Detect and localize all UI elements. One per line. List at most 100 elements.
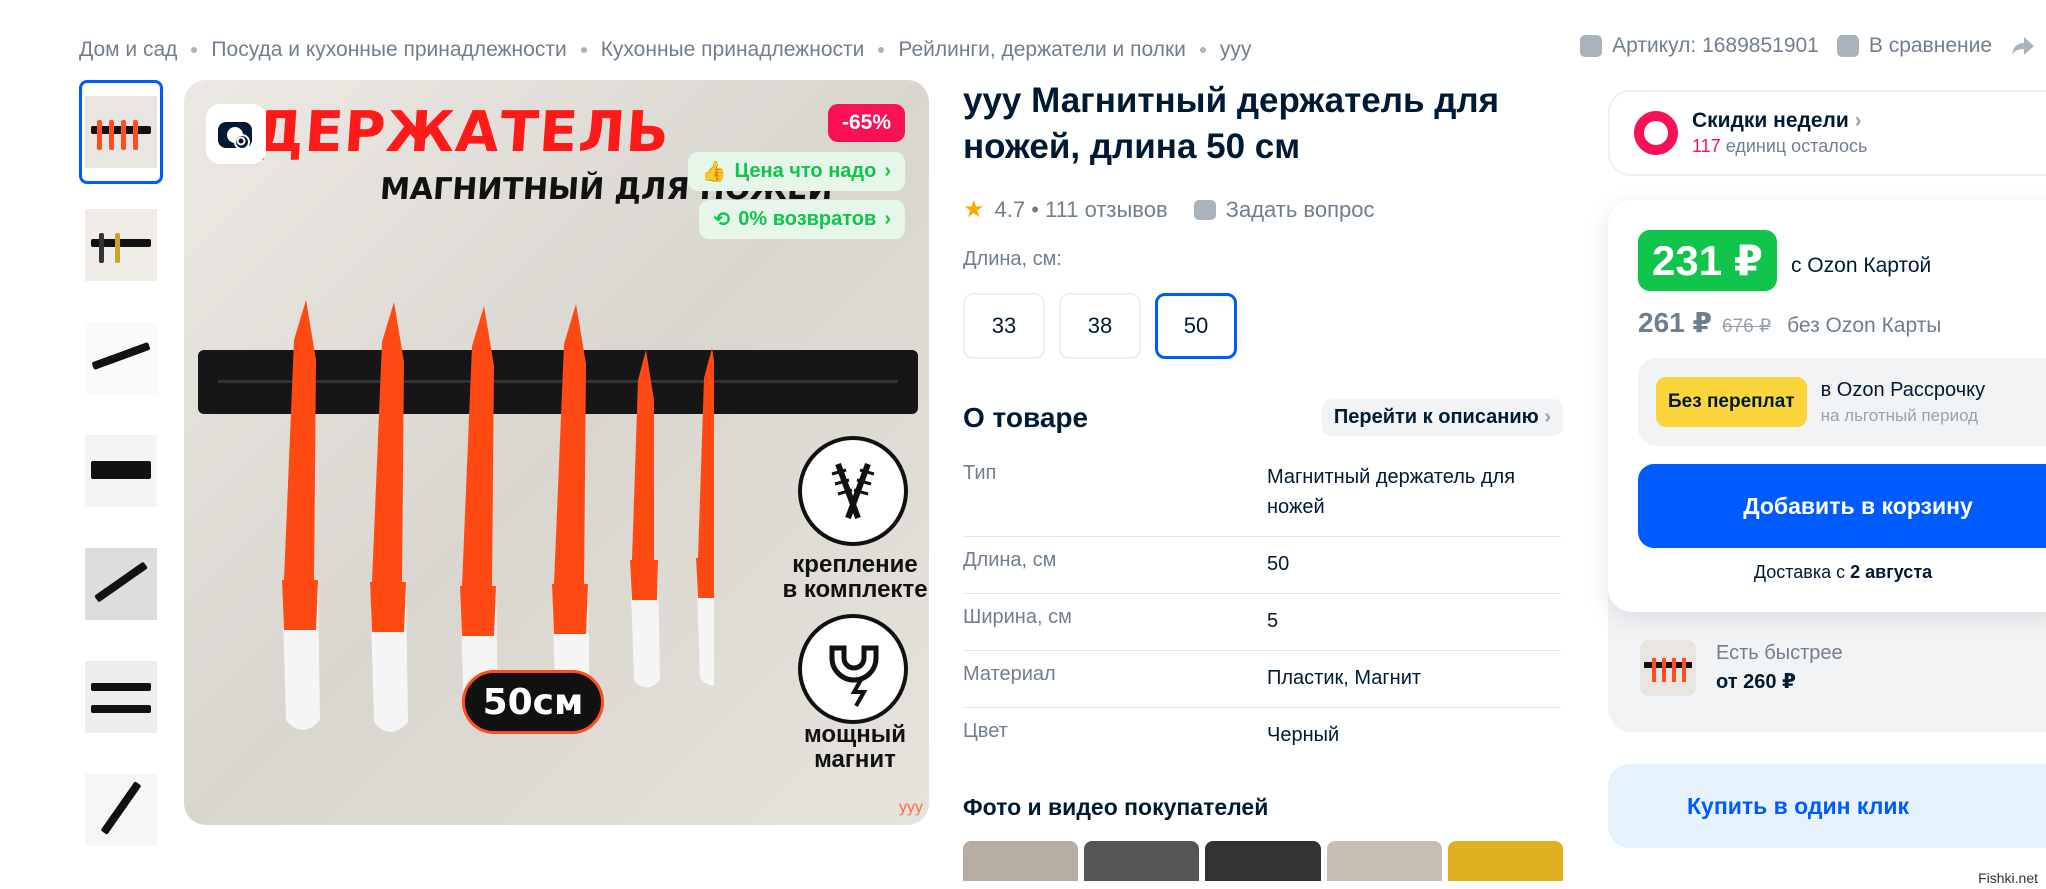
return-icon: ⟲: [713, 209, 731, 231]
returns-badge[interactable]: ⟲ 0% возвратов ›: [699, 200, 905, 239]
breadcrumb-separator: [580, 47, 587, 53]
spec-key: Цвет: [963, 720, 1008, 742]
rating-row: ★ 4.7 • 111 отзывов Задать вопрос: [963, 195, 1563, 224]
breadcrumb-item-railings[interactable]: Рейлинги, держатели и полки: [898, 38, 1186, 62]
breadcrumb-item-kitchen-accessories[interactable]: Кухонные принадлежности: [601, 38, 865, 62]
size-option-38[interactable]: 38: [1059, 293, 1141, 359]
product-image[interactable]: ДЕРЖАТЕЛЬ МАГНИТНЫЙ ДЛЯ НОЖЕЙ -65% 👍 Цен…: [184, 80, 929, 825]
delivery-prefix: Доставка с: [1753, 562, 1851, 582]
product-info: ууу Магнитный держатель для ножей, длина…: [963, 78, 1564, 881]
customer-photo[interactable]: [1447, 841, 1564, 881]
breadcrumb-item-home-garden[interactable]: Дом и сад: [79, 38, 177, 62]
ask-question-button[interactable]: Задать вопрос: [1193, 196, 1375, 223]
thumbs-up-icon: 👍: [701, 161, 727, 183]
customer-photo[interactable]: [963, 841, 1079, 881]
add-to-cart-button[interactable]: Добавить в корзину: [1638, 464, 2046, 548]
faster-offer[interactable]: Есть быстрее от 260 ₽: [1640, 640, 1843, 696]
spec-value: 50: [1267, 553, 1290, 575]
site-watermark: Fishki.net: [1974, 869, 2042, 887]
with-card-label: с Ozon Картой: [1790, 253, 1932, 277]
length-label: Длина, см:: [963, 248, 1062, 270]
chevron-right-icon: ›: [884, 160, 891, 182]
without-card-label: без Ozon Карты: [1787, 314, 1942, 337]
spec-value: Магнитный держатель для ножей: [1267, 466, 1516, 518]
installment-tag: Без переплат: [1656, 377, 1807, 427]
card-price-row: 231 ₽ с Ozon Картой: [1638, 230, 1931, 291]
chevron-right-icon: ›: [1544, 406, 1551, 428]
spec-row: Цвет Черный: [963, 708, 1561, 764]
buy-one-click-button[interactable]: Купить в один клик: [1608, 764, 2046, 848]
spec-value: 5: [1267, 610, 1279, 632]
thumbnail-strip: [79, 80, 163, 871]
goto-description-label: Перейти к описанию: [1333, 406, 1539, 428]
image-title: ДЕРЖАТЕЛЬ: [251, 100, 672, 165]
goto-description-button[interactable]: Перейти к описанию ›: [1321, 399, 1563, 436]
breadcrumb: Дом и сад Посуда и кухонные принадлежнос…: [79, 38, 1251, 62]
customer-photos: [963, 841, 1564, 881]
screws-icon: [798, 436, 908, 546]
regular-price-row: 261 ₽ 676 ₽ без Ozon Карты: [1638, 306, 1941, 339]
thumbnail[interactable]: [79, 419, 163, 523]
rating-reviews[interactable]: 4.7 • 111 отзывов: [995, 197, 1168, 223]
delivery-date: 2 августа: [1850, 562, 1933, 582]
faster-offer-price: от 260 ₽: [1716, 671, 1796, 693]
thumbnail[interactable]: [79, 193, 163, 297]
ask-question-label: Задать вопрос: [1225, 196, 1375, 222]
spec-value: Черный: [1267, 724, 1340, 746]
customer-photos-title: Фото и видео покупателей: [963, 794, 1269, 820]
compare-icon: [1836, 35, 1859, 57]
deals-icon: [1634, 111, 1678, 155]
compare-button[interactable]: В сравнение: [1836, 34, 1992, 58]
thumbnail[interactable]: [79, 758, 163, 862]
installment-block[interactable]: Без переплат в Ozon Рассрочку на льготны…: [1638, 358, 2046, 446]
about-title: О товаре: [963, 401, 1089, 433]
faster-offer-thumbnail: [1640, 640, 1696, 696]
thumbnail[interactable]: [79, 306, 163, 410]
about-header: О товаре Перейти к описанию ›: [963, 399, 1563, 436]
returns-badge-label: 0% возвратов: [738, 208, 877, 230]
feature-magnet: мощный магнит: [803, 721, 907, 774]
spec-key: Тип: [963, 462, 997, 484]
breadcrumb-separator: [191, 47, 198, 53]
customer-photo[interactable]: [1326, 841, 1442, 881]
price-badge-label: Цена что надо: [734, 160, 877, 182]
thumbnail[interactable]: [79, 532, 163, 636]
share-icon[interactable]: [2010, 35, 2036, 57]
breadcrumb-separator: [878, 47, 885, 53]
article-text: Артикул: 1689851901: [1612, 34, 1819, 57]
customer-photo[interactable]: [1084, 841, 1200, 881]
weekly-deals-banner[interactable]: Скидки недели › 117 единиц осталось: [1608, 90, 2046, 176]
breadcrumb-separator: [1199, 47, 1206, 53]
size-option-50[interactable]: 50: [1155, 293, 1237, 359]
card-price: 231 ₽: [1638, 230, 1777, 291]
compare-label: В сравнение: [1868, 34, 1992, 57]
thumbnail[interactable]: [79, 80, 163, 184]
installment-title: в Ozon Рассрочку: [1820, 378, 1986, 401]
image-search-button[interactable]: [206, 104, 266, 164]
price-badge[interactable]: 👍 Цена что надо ›: [687, 152, 905, 191]
size-label: 50см: [462, 670, 604, 734]
installment-subtitle: на льготный период: [1820, 405, 1979, 425]
chat-icon: [1193, 199, 1216, 220]
chevron-right-icon: ›: [884, 208, 891, 230]
spec-key: Длина, см: [963, 549, 1057, 571]
article-number[interactable]: Артикул: 1689851901: [1580, 34, 1819, 58]
breadcrumb-item-kitchenware[interactable]: Посуда и кухонные принадлежности: [211, 38, 566, 62]
product-title: ууу Магнитный держатель для ножей, длина…: [963, 81, 1500, 166]
thumbnail[interactable]: [79, 645, 163, 749]
spec-row: Длина, см 50: [963, 537, 1561, 594]
size-option-33[interactable]: 33: [963, 293, 1045, 359]
camera-search-icon: [218, 122, 252, 150]
customer-photo[interactable]: [1205, 841, 1321, 881]
star-icon: ★: [963, 196, 985, 223]
breadcrumb-item-brand[interactable]: ууу: [1220, 38, 1252, 62]
spec-row: Тип Магнитный держатель для ножей: [963, 450, 1561, 537]
spec-key: Ширина, см: [963, 606, 1072, 628]
top-actions: Артикул: 1689851901 В сравнение: [1580, 34, 2036, 58]
image-watermark: ууу: [899, 799, 923, 816]
delivery-info: Доставка с 2 августа: [1608, 562, 2046, 583]
chevron-right-icon: ›: [1854, 109, 1862, 132]
spec-row: Ширина, см 5: [963, 594, 1561, 651]
deals-count: 117: [1692, 136, 1721, 156]
deals-title: Скидки недели: [1692, 109, 1849, 132]
